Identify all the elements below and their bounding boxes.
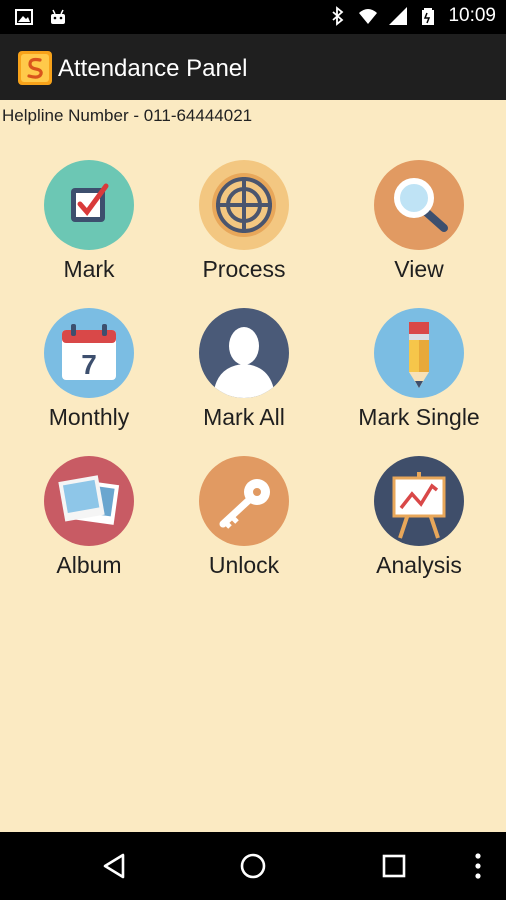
album-photos-icon <box>44 456 134 546</box>
status-bar: 10:09 <box>0 0 506 34</box>
tile-mark-single[interactable]: Mark Single <box>339 308 499 431</box>
tile-label: Mark All <box>203 404 285 430</box>
monthly-calendar-icon: 7 <box>44 308 134 398</box>
tile-view[interactable]: View <box>339 160 499 283</box>
wifi-icon <box>359 9 378 24</box>
bluetooth-icon <box>332 6 344 26</box>
android-icon <box>51 9 65 24</box>
tile-album[interactable]: Album <box>9 456 169 579</box>
tile-mark[interactable]: Mark <box>9 160 169 283</box>
tile-process[interactable]: Process <box>164 160 324 283</box>
tile-label: Analysis <box>376 552 462 578</box>
battery-icon <box>422 8 435 25</box>
app-title: Attendance Panel <box>58 55 248 82</box>
status-clock: 10:09 <box>448 5 496 26</box>
mark-all-user-icon <box>199 308 289 398</box>
recents-icon[interactable] <box>380 852 408 880</box>
view-search-icon <box>374 160 464 250</box>
menu-icon[interactable] <box>464 852 492 880</box>
tile-label: Mark <box>63 256 115 282</box>
tile-label: Process <box>202 256 286 282</box>
mark-checkbox-icon <box>44 160 134 250</box>
tile-monthly[interactable]: 7 Monthly <box>9 308 169 431</box>
mark-single-pencil-icon <box>374 308 464 398</box>
unlock-key-icon <box>199 456 289 546</box>
navigation-bar <box>0 832 506 900</box>
app-bar: Attendance Panel <box>0 34 506 100</box>
tile-label: Mark Single <box>358 404 480 430</box>
analysis-chart-icon <box>374 456 464 546</box>
tile-label: Monthly <box>48 404 130 430</box>
signal-icon <box>389 7 408 25</box>
app-logo-icon <box>18 51 52 85</box>
tile-label: View <box>394 256 444 282</box>
tile-label: Unlock <box>208 552 280 578</box>
tile-mark-all[interactable]: Mark All <box>164 308 324 431</box>
process-target-icon <box>199 160 289 250</box>
image-icon <box>15 9 33 25</box>
tile-label: Album <box>56 552 122 578</box>
home-icon[interactable] <box>239 852 267 880</box>
back-icon[interactable] <box>101 852 129 880</box>
tile-unlock[interactable]: Unlock <box>164 456 324 579</box>
tile-analysis[interactable]: Analysis <box>339 456 499 579</box>
svg-text:7: 7 <box>81 349 97 380</box>
helpline-text: Helpline Number - 011-64444021 <box>2 106 253 125</box>
